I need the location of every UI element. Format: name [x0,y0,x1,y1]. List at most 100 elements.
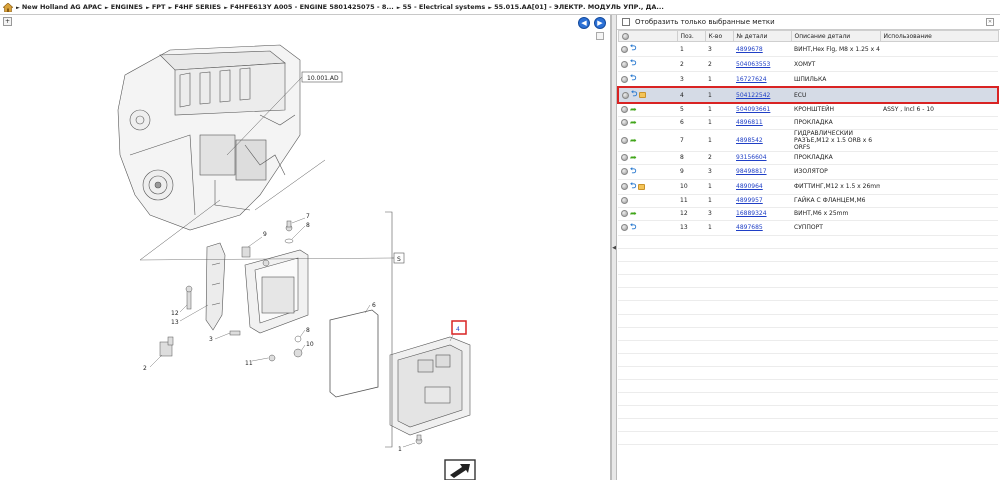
empty-table-row [618,300,998,315]
part-number-link[interactable]: 16727624 [736,76,767,83]
part-number-link[interactable]: 4899678 [736,46,763,53]
table-row[interactable]: ⮌ 13 1 4897685 СУППОРТ [618,220,998,236]
part-number-link[interactable]: 98498817 [736,168,767,175]
part-number-link[interactable]: 4897685 [736,224,763,231]
empty-cell [733,300,791,315]
select-row-icon[interactable] [621,75,628,83]
callout-11[interactable]: 11 [245,360,253,367]
callout-3[interactable]: 3 [209,336,213,343]
part-number-link[interactable]: 504063553 [736,61,770,68]
table-row[interactable]: ⮌ 10 1 4890964 ФИТТИНГ,M12 x 1.5 x 26mm L [618,179,998,195]
empty-cell [880,261,998,276]
part-number-link[interactable]: 4896811 [736,119,763,126]
breadcrumb-item[interactable]: New Holland AG APAC [22,3,102,11]
navigate-arrow-icon[interactable] [444,459,476,480]
table-row[interactable]: ⮌ 2 2 504063553 ХОМУТ [618,56,998,72]
replacement-arrow-icon[interactable]: ➦ [630,153,637,162]
note-icon[interactable] [639,92,647,98]
column-header[interactable]: Описание детали [790,30,881,42]
table-cell: 98498817 [733,164,791,180]
select-row-icon[interactable] [621,106,628,114]
part-number-link[interactable]: 4898542 [736,137,763,144]
select-row-icon[interactable] [622,91,629,99]
callout-12[interactable]: 12 [171,310,179,317]
note-icon[interactable] [638,183,646,190]
empty-table-row [618,418,998,433]
column-header[interactable] [617,30,678,42]
select-row-icon[interactable] [621,224,628,232]
add-to-cart-icon[interactable]: ⮌ [630,72,636,86]
home-icon[interactable] [3,2,13,12]
table-row[interactable]: 11 1 4899957 ГАЙКА С ФЛАНЦЕМ,M6 [618,194,998,208]
breadcrumb-item[interactable]: 55 - Electrical systems [403,3,486,11]
select-row-icon[interactable] [621,136,628,144]
replacement-arrow-icon[interactable]: ➦ [630,118,637,127]
empty-table-row [618,405,998,420]
breadcrumb-item[interactable]: FPT [152,3,166,11]
select-row-icon[interactable] [621,183,628,191]
collapse-arrow-icon[interactable]: ◀ [612,244,616,252]
filter-bar: Отобразить только выбранные метки ✕ [617,15,1000,30]
add-to-cart-icon[interactable]: ⮌ [631,89,637,101]
table-row[interactable]: ⮌ 3 1 16727624 ШПИЛЬКА [618,71,998,88]
add-to-cart-icon[interactable]: ⮌ [630,221,636,235]
part-number-link[interactable]: 93156604 [736,154,767,161]
part-number-link[interactable]: 4890964 [736,183,763,190]
column-header[interactable]: К-во [704,30,734,42]
empty-table-row [618,235,998,250]
callout-8b[interactable]: 8 [306,327,310,334]
breadcrumb-item[interactable]: F4HF SERIES [174,3,221,11]
select-row-icon[interactable] [621,45,628,53]
table-row[interactable]: ⮌ 9 3 98498817 ИЗОЛЯТОР [618,164,998,180]
replacement-arrow-icon[interactable]: ➦ [630,209,637,218]
table-row[interactable]: ⮌ 1 3 4899678 ВИНТ,Hex Flg, M8 x 1.25 x 45 [618,41,998,57]
replacement-arrow-icon[interactable]: ➦ [630,136,637,144]
table-row[interactable]: ➦ 12 3 16889324 ВИНТ,M6 x 25mm [618,207,998,221]
table-row[interactable]: ➦ 5 1 504093661 КРОНШТЕЙН ASSY , Incl 6 - 10 [618,103,998,117]
column-header[interactable]: № детали [732,30,792,42]
callout-2[interactable]: 2 [143,365,147,372]
close-icon[interactable]: ✕ [986,18,994,26]
breadcrumb-item[interactable]: ENGINES [111,3,143,11]
table-row[interactable]: ➦ 8 2 93156604 ПРОКЛАДКА [618,151,998,165]
table-row[interactable]: ➦ 7 1 4898542 ГИДРАВЛИЧЕСКИЙ РАЗЪЕ,M12 x 1.5… [618,129,998,152]
part-number-link[interactable]: 504122542 [736,92,770,99]
breadcrumb-item[interactable]: F4HFE613Y A005 - ENGINE 5801425075 - 8..… [230,3,394,11]
add-to-cart-icon[interactable]: ⮌ [630,57,636,71]
callout-1[interactable]: 1 [398,446,402,453]
empty-cell [618,327,677,341]
select-row-icon[interactable] [621,154,628,162]
select-row-icon[interactable] [621,210,628,218]
callout-4[interactable]: 4 [456,326,460,333]
empty-cell [880,248,998,263]
callout-13[interactable]: 13 [171,319,179,326]
add-to-cart-icon[interactable]: ⮌ [630,42,636,56]
show-selected-only-checkbox[interactable] [622,18,630,26]
table-row[interactable]: ⮌ 4 1 504122542 ECU [617,86,999,104]
select-row-icon[interactable] [621,197,628,205]
empty-table-row [618,366,998,381]
replacement-arrow-icon[interactable]: ➦ [630,105,637,114]
part-number-link[interactable]: 4899957 [736,197,763,204]
add-to-cart-icon[interactable]: ⮌ [630,165,636,179]
table-cell: ВИНТ,Hex Flg, M8 x 1.25 x 45 [791,41,880,57]
select-row-icon[interactable] [621,119,628,127]
select-all-icon[interactable] [621,32,629,40]
add-to-cart-icon[interactable]: ⮌ [630,180,636,194]
select-row-icon[interactable] [621,168,628,176]
callout-10[interactable]: 10 [306,341,314,348]
empty-cell [705,274,733,289]
callout-7[interactable]: 7 [306,213,310,220]
part-number-link[interactable]: 16889324 [736,210,767,217]
table-cell [880,220,998,236]
table-row[interactable]: ➦ 6 1 4896811 ПРОКЛАДКА [618,116,998,130]
breadcrumb-item[interactable]: 55.015.AA[01] - ЭЛЕКТР. МОДУЛЬ УПР., ДА.… [494,3,664,11]
column-header[interactable]: Использование [879,30,999,42]
select-row-icon[interactable] [621,60,628,68]
callout-6[interactable]: 6 [372,302,376,309]
column-header[interactable]: Поз. [676,30,706,42]
position-cell: 7 [680,136,684,144]
callout-9[interactable]: 9 [263,231,267,238]
callout-8[interactable]: 8 [306,222,310,229]
part-number-link[interactable]: 504093661 [736,106,770,113]
